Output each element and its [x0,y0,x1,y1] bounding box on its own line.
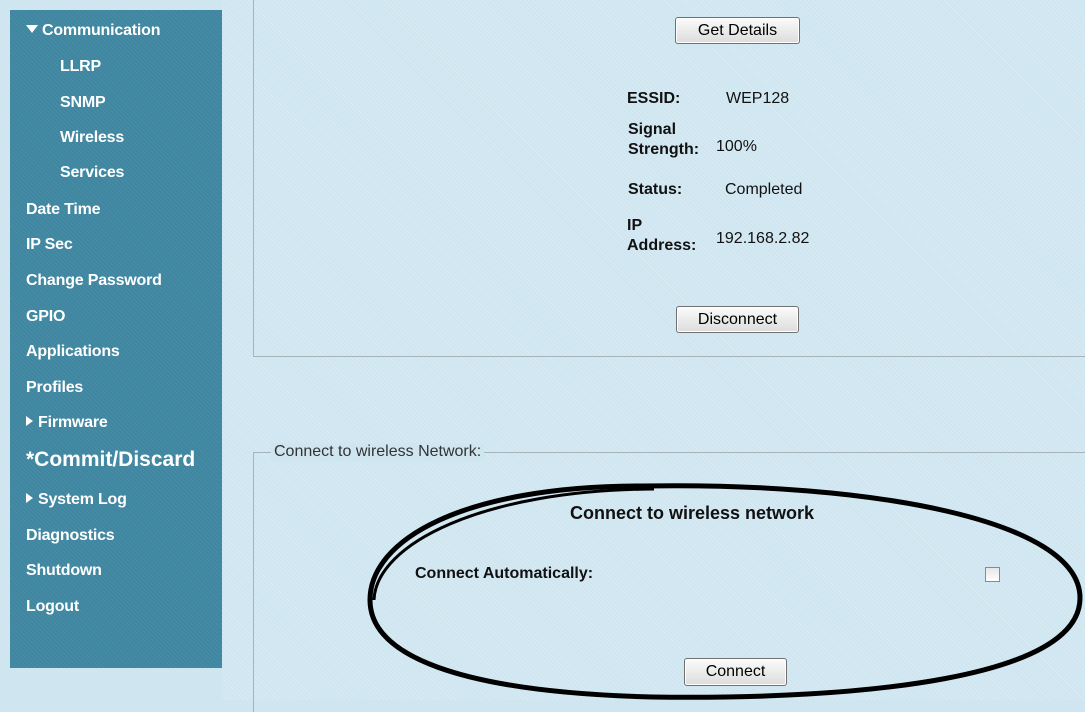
sidebar-item-date-time[interactable]: Date Time [26,201,101,219]
sidebar-item-label: Profiles [26,379,84,396]
sidebar-item-shutdown[interactable]: Shutdown [26,562,102,580]
sidebar-item-firmware[interactable]: Firmware [26,414,108,432]
sidebar-item-label: Change Password [26,272,162,289]
sidebar-item-communication[interactable]: Communication [26,22,160,40]
essid-label: ESSID: [627,90,681,107]
sidebar-item-change-password[interactable]: Change Password [26,272,162,290]
sidebar-item-diagnostics[interactable]: Diagnostics [26,527,115,545]
connect-automatically-checkbox[interactable] [985,567,1000,582]
disconnect-button[interactable]: Disconnect [676,306,799,333]
sidebar-item-label: Shutdown [26,562,102,579]
main-content: Get Details ESSID: WEP128 Signal Strengt… [222,0,1085,712]
sidebar-item-label: IP Sec [26,236,73,253]
sidebar-item-logout[interactable]: Logout [26,598,79,616]
sidebar-item-label: Wireless [60,129,125,146]
sidebar-item-label: SNMP [60,94,106,111]
sidebar-item-label: Logout [26,598,79,615]
sidebar-item-label: Applications [26,343,120,360]
sidebar-item-label: Services [60,164,125,181]
status-value: Completed [725,181,803,198]
wireless-status-panel [253,0,1085,357]
sidebar-item-gpio[interactable]: GPIO [26,308,65,326]
sidebar-item-llrp[interactable]: LLRP [60,58,101,76]
sidebar-item-label: Communication [42,22,161,39]
ip-label-line1: IP [627,217,643,234]
signal-label-line1: Signal [628,121,677,138]
collapsed-arrow-icon [26,493,33,503]
sidebar-item-applications[interactable]: Applications [26,343,120,361]
sidebar-item-ip-sec[interactable]: IP Sec [26,236,73,254]
sidebar-item-commit-discard[interactable]: *Commit/Discard [26,448,195,472]
ip-label-line2: Address: [627,237,697,254]
get-details-button[interactable]: Get Details [675,17,800,44]
connect-panel [253,452,1085,712]
ip-address-label: IP Address: [627,216,696,256]
connect-panel-legend: Connect to wireless Network: [271,443,485,461]
connect-section-title: Connect to wireless network [570,503,815,523]
sidebar-item-services[interactable]: Services [60,164,124,182]
sidebar-item-label: Firmware [38,414,108,431]
collapsed-arrow-icon [26,416,33,426]
sidebar-item-label: Diagnostics [26,527,115,544]
sidebar-item-system-log[interactable]: System Log [26,491,127,509]
sidebar-item-label: System Log [38,491,127,508]
sidebar-item-snmp[interactable]: SNMP [60,94,106,112]
sidebar-item-label: *Commit/Discard [26,448,196,471]
sidebar-nav: Communication LLRP SNMP Wireless Service… [10,10,222,668]
essid-value: WEP128 [726,90,790,107]
sidebar-item-label: Date Time [26,201,101,218]
sidebar-item-profiles[interactable]: Profiles [26,379,83,397]
connect-button[interactable]: Connect [684,658,787,686]
status-label: Status: [628,181,683,198]
signal-label-line2: Strength: [628,141,700,158]
sidebar-item-label: LLRP [60,58,101,75]
ip-address-value: 192.168.2.82 [716,230,810,247]
connect-automatically-label: Connect Automatically: [415,565,594,582]
expanded-arrow-icon [26,25,38,33]
signal-strength-label: Signal Strength: [628,120,699,160]
sidebar-item-label: GPIO [26,308,66,325]
signal-strength-value: 100% [716,138,757,155]
sidebar-item-wireless[interactable]: Wireless [60,129,124,147]
